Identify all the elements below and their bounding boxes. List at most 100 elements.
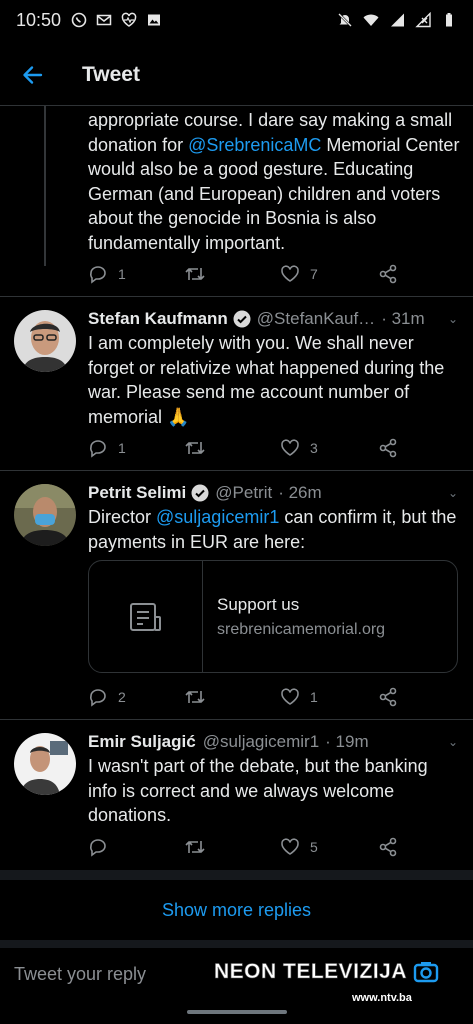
- like-button[interactable]: 1: [280, 687, 376, 707]
- avatar[interactable]: [14, 733, 76, 795]
- author-handle[interactable]: @Petrit: [215, 483, 272, 503]
- verified-badge-icon: [191, 484, 209, 502]
- health-icon: [121, 12, 137, 27]
- author-name[interactable]: Stefan Kaufmann: [88, 309, 228, 329]
- author-handle[interactable]: @StefanKauf…: [257, 309, 375, 329]
- watermark-url: www.ntv.ba: [352, 992, 412, 1004]
- share-icon: [379, 687, 397, 707]
- card-title: Support us: [217, 594, 300, 614]
- avatar-petrit-selimi: [14, 484, 76, 546]
- retweet-button[interactable]: [184, 264, 280, 284]
- first-tweet-actions: 1 7: [88, 262, 408, 286]
- avatar-stefan-kaufmann: [14, 310, 76, 372]
- signal-icon: [391, 13, 404, 27]
- watermark: NEON TELEVIZIJA: [214, 960, 439, 984]
- author-handle[interactable]: @suljagicemir1: [203, 732, 319, 752]
- tweet-time: · 19m: [325, 732, 369, 751]
- more-options-icon[interactable]: ⌄: [448, 486, 458, 500]
- reply-icon: [90, 440, 106, 458]
- section-gap: [0, 940, 473, 948]
- thread-line: [44, 106, 46, 266]
- reply-button[interactable]: [88, 837, 184, 857]
- like-count: 5: [310, 839, 318, 855]
- reply-input[interactable]: [14, 964, 214, 985]
- back-button[interactable]: [0, 44, 64, 106]
- first-tweet-text: appropriate course. I dare say making a …: [88, 108, 463, 255]
- share-button[interactable]: [378, 264, 408, 284]
- image-icon: [148, 14, 161, 26]
- avatar[interactable]: [14, 310, 76, 372]
- retweet-button[interactable]: [184, 438, 280, 458]
- tweet-actions: 5: [88, 835, 408, 859]
- avatar[interactable]: [14, 484, 76, 546]
- like-button[interactable]: 3: [280, 438, 376, 458]
- tweet-time: · 31m: [381, 309, 425, 328]
- tweet-header: Stefan Kaufmann @StefanKauf… · 31m ⌄: [88, 309, 458, 329]
- mention-link[interactable]: @SrebrenicaMC: [188, 135, 321, 155]
- mute-icon: [338, 13, 352, 27]
- share-icon: [379, 264, 397, 284]
- heart-icon: [281, 439, 299, 456]
- retweet-icon: [185, 268, 205, 280]
- gesture-nav-bar[interactable]: [187, 1010, 287, 1014]
- author-name[interactable]: Petrit Selimi: [88, 483, 186, 503]
- top-bar: Tweet: [0, 44, 473, 106]
- reply-icon: [90, 839, 106, 857]
- reply-button[interactable]: 1: [88, 438, 184, 458]
- retweet-icon: [185, 691, 205, 703]
- link-card[interactable]: Support us srebrenicamemorial.org: [88, 560, 458, 673]
- tweet-text: I wasn't part of the debate, but the ban…: [88, 756, 428, 825]
- watermark-brand: NEON TELEVIZIJA: [214, 960, 408, 984]
- more-options-icon[interactable]: ⌄: [448, 735, 458, 749]
- tweet-header: Petrit Selimi @Petrit · 26m ⌄: [88, 483, 458, 503]
- retweet-button[interactable]: [184, 687, 280, 707]
- tweet-actions: 1 3: [88, 436, 408, 460]
- tweet-actions: 2 1: [88, 685, 408, 709]
- reply-button[interactable]: 2: [88, 687, 184, 707]
- retweet-button[interactable]: [184, 837, 280, 857]
- share-icon: [379, 438, 397, 458]
- mail-icon: [96, 14, 112, 26]
- reply-icon: [90, 266, 106, 284]
- divider: [0, 719, 473, 720]
- camera-icon: [413, 962, 439, 983]
- battery-icon: [446, 13, 452, 27]
- show-more-replies-button[interactable]: Show more replies: [0, 880, 473, 940]
- like-count: 1: [310, 689, 318, 705]
- like-count: 7: [310, 266, 318, 282]
- avatar-emir-suljagic: [14, 733, 76, 795]
- like-count: 3: [310, 440, 318, 456]
- divider: [0, 470, 473, 471]
- page-title: Tweet: [82, 62, 140, 86]
- section-gap: [0, 870, 473, 880]
- like-button[interactable]: 5: [280, 837, 376, 857]
- tweet-header: Emir Suljagić @suljagicemir1 · 19m ⌄: [88, 732, 458, 752]
- author-name[interactable]: Emir Suljagić: [88, 732, 196, 752]
- more-options-icon[interactable]: ⌄: [448, 312, 458, 326]
- like-button[interactable]: 7: [280, 264, 376, 284]
- retweet-icon: [185, 442, 205, 454]
- share-button[interactable]: [378, 837, 408, 857]
- heart-icon: [281, 688, 299, 705]
- document-icon: [129, 602, 161, 631]
- share-button[interactable]: [378, 438, 408, 458]
- tweet-text: I am completely with you. We shall never…: [88, 333, 445, 427]
- tweet-time: · 26m: [278, 483, 322, 502]
- divider: [0, 296, 473, 297]
- reply-icon: [90, 689, 106, 707]
- share-button[interactable]: [378, 687, 408, 707]
- mention-link[interactable]: @suljagicemir1: [156, 507, 279, 527]
- tweet-text-part: Director: [88, 507, 157, 527]
- reply-count: 2: [118, 689, 126, 705]
- share-icon: [379, 837, 397, 857]
- card-url: srebrenicamemorial.org: [217, 620, 386, 638]
- status-bar: 10:50: [0, 0, 473, 40]
- heart-icon: [281, 265, 299, 282]
- whatsapp-icon: [71, 12, 87, 28]
- tweet-text: Director @suljagicemir1 can confirm it, …: [88, 505, 460, 554]
- verified-badge-icon: [233, 310, 251, 328]
- retweet-icon: [185, 841, 205, 853]
- card-thumbnail: [89, 561, 203, 672]
- reply-button[interactable]: 1: [88, 264, 184, 284]
- status-time: 10:50: [16, 9, 62, 30]
